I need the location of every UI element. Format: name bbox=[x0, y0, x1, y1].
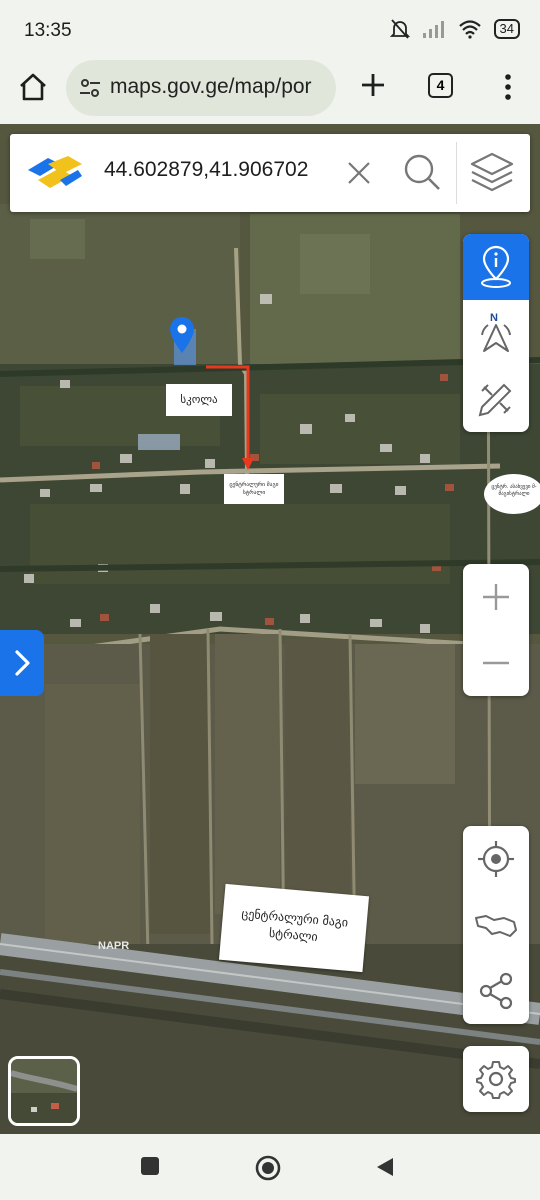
zoom-out-button[interactable] bbox=[463, 630, 529, 696]
info-tool-button[interactable] bbox=[463, 234, 529, 300]
basemap-switcher-thumbnail[interactable] bbox=[8, 1056, 80, 1126]
country-extent-button[interactable] bbox=[463, 892, 529, 958]
side-panel-toggle[interactable] bbox=[0, 630, 44, 696]
layers-icon[interactable] bbox=[468, 150, 516, 196]
callout-right: ცენტრ. ასახვევი მ-მაგისტრალი bbox=[484, 474, 540, 514]
home-circle-icon[interactable] bbox=[254, 1154, 282, 1182]
callout-school: სკოლა bbox=[166, 384, 232, 416]
location-tools-group bbox=[463, 826, 529, 1024]
settings-tool[interactable] bbox=[463, 1046, 529, 1112]
search-divider bbox=[456, 142, 457, 204]
plus-icon[interactable] bbox=[358, 70, 388, 100]
chevron-right-icon bbox=[15, 650, 30, 676]
settings-button[interactable] bbox=[463, 1046, 529, 1112]
info-pin-icon bbox=[481, 245, 511, 288]
compass-north-icon: N bbox=[481, 312, 511, 352]
satellite-map[interactable]: NAPR bbox=[0, 124, 540, 1134]
callout-road-small: ცენტრალური მაგი სტრალი bbox=[224, 474, 284, 504]
zoom-in-icon bbox=[483, 584, 509, 610]
zoom-in-button[interactable] bbox=[463, 564, 529, 630]
measure-tools-button[interactable] bbox=[463, 366, 529, 432]
address-bar[interactable]: maps.gov.ge/map/por bbox=[66, 60, 336, 116]
back-icon[interactable] bbox=[374, 1156, 396, 1178]
callout-highway: ცენტრალური მაგი სტრალი bbox=[218, 883, 370, 973]
menu-dots-icon[interactable] bbox=[494, 70, 522, 104]
gear-icon bbox=[476, 1061, 516, 1099]
system-nav-bar bbox=[0, 1134, 540, 1200]
signal-icon bbox=[422, 21, 444, 38]
callout-road-small-text: ცენტრალური მაგი სტრალი bbox=[229, 482, 279, 496]
locate-button[interactable] bbox=[463, 826, 529, 892]
callout-school-text: სკოლა bbox=[180, 393, 218, 406]
browser-toolbar: maps.gov.ge/map/por 4 bbox=[0, 58, 540, 124]
share-icon bbox=[479, 972, 513, 1010]
compass-button[interactable]: N bbox=[463, 300, 529, 366]
napr-watermark: NAPR bbox=[98, 940, 130, 952]
recent-apps-icon[interactable] bbox=[140, 1156, 160, 1176]
tab-switcher-button[interactable]: 4 bbox=[428, 73, 453, 98]
status-time: 13:35 bbox=[24, 20, 72, 41]
share-button[interactable] bbox=[463, 958, 529, 1024]
zoom-group bbox=[463, 564, 529, 696]
status-bar: 13:35 34 bbox=[0, 0, 540, 58]
location-pin-icon[interactable] bbox=[168, 316, 196, 354]
home-icon[interactable] bbox=[16, 70, 50, 104]
zoom-out-icon bbox=[483, 661, 509, 665]
georgia-map-icon bbox=[475, 915, 517, 937]
url-text[interactable]: maps.gov.ge/map/por bbox=[110, 75, 328, 99]
close-icon[interactable] bbox=[344, 158, 374, 188]
measure-tools-icon bbox=[478, 383, 512, 417]
callout-highway-text: ცენტრალური მაგი სტრალი bbox=[241, 906, 349, 945]
basemap-thumbnail-image bbox=[11, 1059, 77, 1123]
logo bbox=[28, 156, 82, 188]
wifi-icon bbox=[458, 20, 481, 39]
mute-bell-icon bbox=[389, 19, 410, 39]
svg-text:N: N bbox=[490, 312, 498, 324]
status-icons: 34 bbox=[389, 18, 520, 40]
locate-icon bbox=[478, 841, 514, 877]
map-tools-group: N bbox=[463, 234, 529, 432]
map-imagery bbox=[0, 124, 540, 1134]
site-info-icon[interactable] bbox=[78, 76, 102, 100]
search-icon[interactable] bbox=[402, 152, 442, 192]
coordinates-input[interactable]: 44.602879,41.906702 bbox=[104, 158, 308, 182]
callout-right-text: ცენტრ. ასახვევი მ-მაგისტრალი bbox=[491, 484, 537, 497]
coordinate-search-panel: 44.602879,41.906702 bbox=[10, 134, 530, 212]
battery-icon: 34 bbox=[493, 19, 520, 39]
